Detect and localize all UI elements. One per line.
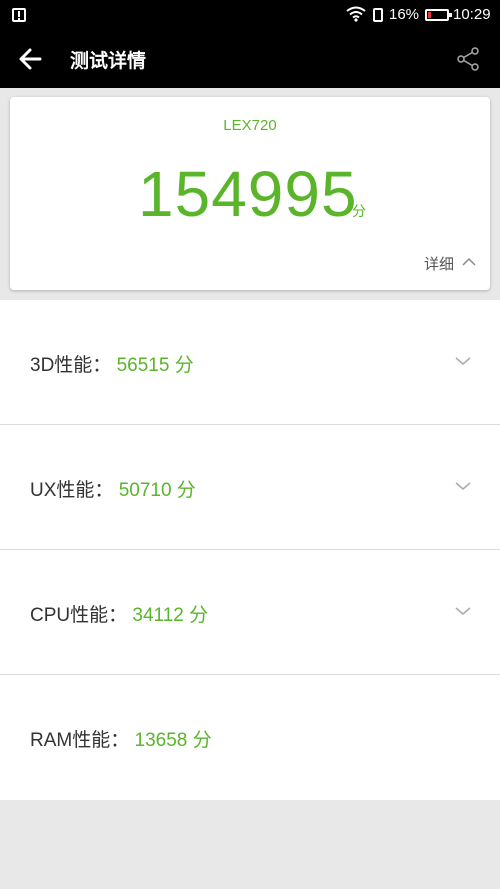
status-clock: 10:29 — [453, 6, 491, 23]
total-score: 154995 — [138, 158, 358, 230]
chevron-up-icon[interactable] — [462, 255, 476, 269]
result-row-text: UX性能： 50710 分 — [30, 475, 196, 502]
chevron-down-icon[interactable] — [455, 480, 471, 492]
result-row-ram: RAM性能： 13658 分 — [0, 675, 500, 800]
result-score: 56515 分 — [116, 355, 194, 376]
battery-icon — [425, 9, 452, 21]
notification-alert-icon — [12, 8, 26, 22]
sim-card-icon — [373, 8, 383, 22]
total-score-card: LEX720 154995 分 详细 — [10, 97, 490, 290]
bottom-empty-area — [0, 800, 500, 889]
result-row-ux[interactable]: UX性能： 50710 分 — [0, 425, 500, 550]
result-row-text: CPU性能： 34112 分 — [30, 600, 208, 627]
battery-percentage: 16% — [389, 6, 420, 23]
app-bar: 测试详情 — [0, 30, 500, 88]
result-label: 3D性能： — [30, 355, 112, 376]
wifi-icon — [346, 6, 366, 22]
result-label: CPU性能： — [30, 605, 128, 626]
share-icon[interactable] — [456, 47, 480, 71]
page-title: 测试详情 — [70, 50, 147, 72]
result-list: 3D性能： 56515 分 UX性能： 50710 分 CPU性能： 34112… — [0, 300, 500, 800]
battery-level-fill — [428, 12, 431, 18]
arrow-left-icon[interactable] — [18, 47, 42, 71]
result-row-text: 3D性能： 56515 分 — [30, 350, 194, 377]
result-row-3d[interactable]: 3D性能： 56515 分 — [0, 300, 500, 425]
chevron-down-icon[interactable] — [455, 355, 471, 367]
result-label: RAM性能： — [30, 730, 130, 751]
result-score: 34112 分 — [132, 605, 209, 626]
result-row-text: RAM性能： 13658 分 — [30, 725, 212, 752]
device-model: LEX720 — [223, 117, 277, 134]
result-score: 50710 分 — [118, 480, 196, 501]
total-score-unit: 分 — [352, 204, 366, 220]
detail-toggle-button[interactable]: 详细 — [424, 253, 454, 274]
status-bar: 16% 10:29 — [0, 0, 500, 30]
result-score: 13658 分 — [134, 730, 212, 751]
result-row-cpu[interactable]: CPU性能： 34112 分 — [0, 550, 500, 675]
chevron-down-icon[interactable] — [455, 605, 471, 617]
result-label: UX性能： — [30, 480, 114, 501]
